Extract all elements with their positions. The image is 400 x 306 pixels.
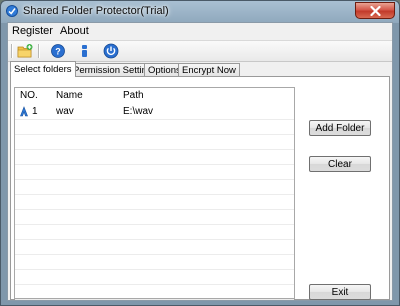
table-row [15, 210, 294, 225]
toolbar-separator [38, 44, 40, 58]
table-row [15, 180, 294, 195]
folder-add-icon[interactable] [17, 43, 33, 59]
close-button[interactable] [355, 2, 395, 19]
list-header: NO. Name Path [15, 88, 294, 104]
toolbar-separator [11, 44, 13, 58]
table-row [15, 150, 294, 165]
table-row [15, 135, 294, 150]
table-row [15, 285, 294, 300]
menu-about[interactable]: About [60, 25, 89, 37]
close-icon [370, 6, 381, 16]
toolbar: ? [8, 40, 392, 62]
table-row [15, 195, 294, 210]
info-icon[interactable] [77, 43, 93, 59]
column-path[interactable]: Path [123, 90, 144, 101]
table-row [15, 255, 294, 270]
table-row[interactable]: 1 wav E:\wav [15, 105, 294, 120]
column-name[interactable]: Name [56, 90, 83, 101]
tab-panel: NO. Name Path 1 wav E:\wav Add Folder Cl… [10, 76, 390, 300]
column-no[interactable]: NO. [20, 90, 38, 101]
folder-list[interactable]: NO. Name Path 1 wav E:\wav [14, 87, 295, 300]
add-folder-button[interactable]: Add Folder [309, 120, 371, 136]
tab-select-folders[interactable]: Select folders [10, 61, 76, 77]
help-icon[interactable]: ? [50, 43, 66, 59]
client-area: Register About ? Select folders Permissi… [7, 22, 393, 301]
row-number: 1 [32, 106, 38, 117]
tab-encrypt-now[interactable]: Encrypt Now [178, 63, 240, 77]
table-row [15, 240, 294, 255]
exit-button[interactable]: Exit [309, 284, 371, 300]
clear-button[interactable]: Clear [309, 156, 371, 172]
menu-bar: Register About [8, 23, 392, 39]
table-row [15, 165, 294, 180]
app-window: Shared Folder Protector(Trial) Register … [0, 0, 400, 306]
power-icon[interactable] [103, 43, 119, 59]
menu-register[interactable]: Register [12, 25, 53, 37]
title-bar[interactable]: Shared Folder Protector(Trial) [1, 1, 399, 21]
row-name: wav [56, 106, 74, 117]
folder-lock-icon [19, 106, 29, 121]
table-row [15, 120, 294, 135]
svg-text:?: ? [55, 47, 61, 57]
window-title: Shared Folder Protector(Trial) [23, 5, 169, 17]
table-row [15, 270, 294, 285]
table-row [15, 225, 294, 240]
app-icon [6, 5, 18, 17]
row-path: E:\wav [123, 106, 154, 117]
